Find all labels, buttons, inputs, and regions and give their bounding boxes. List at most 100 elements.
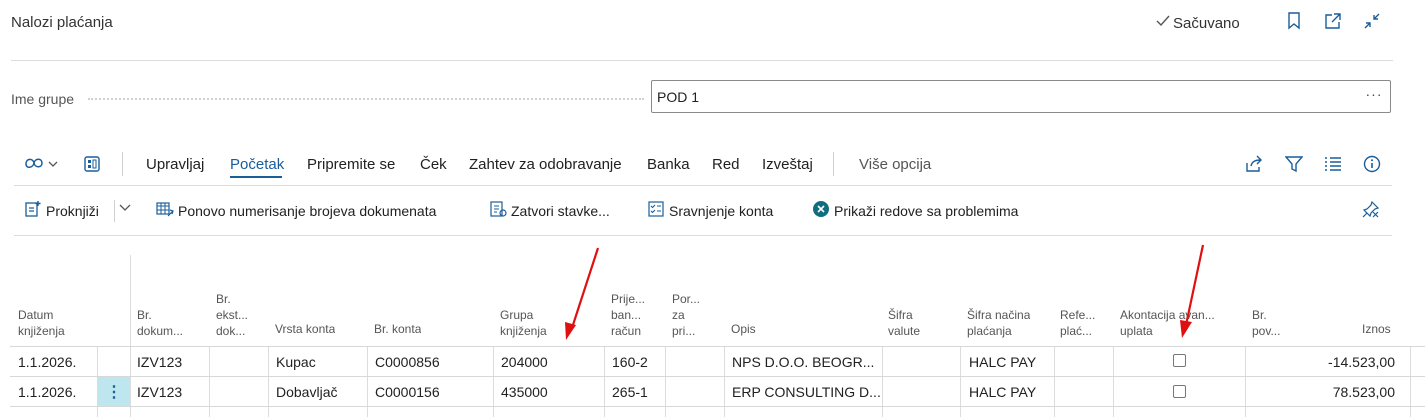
action-bar: Upravljaj Početak Pripremite se Ček Zaht…	[14, 146, 1394, 182]
header-account-no[interactable]: Br. konta	[374, 321, 421, 337]
cell-posting-group[interactable]: 204000	[501, 354, 548, 370]
header-payment-method[interactable]: Šifra načina plaćanja	[967, 307, 1030, 339]
cell-document-no[interactable]: IZV123	[137, 384, 182, 400]
chevron-down-icon	[118, 200, 132, 217]
filter-icon[interactable]	[1282, 152, 1306, 176]
cell-recipient-bank[interactable]: 265-1	[612, 384, 648, 400]
form-view-icon[interactable]	[80, 152, 104, 176]
row-divider	[10, 376, 1425, 377]
collapse-icon[interactable]	[1361, 10, 1383, 32]
header-line: plać...	[1060, 324, 1093, 338]
header-tax[interactable]: Por... za pri...	[672, 291, 720, 339]
header-line: valute	[888, 324, 921, 338]
post-dropdown-button[interactable]	[118, 200, 132, 217]
bookmark-icon[interactable]	[1283, 10, 1305, 32]
menu-bank[interactable]: Banka	[647, 156, 690, 173]
header-posting-group[interactable]: Grupa knjiženja	[500, 307, 547, 339]
row-actions-menu-button[interactable]: ⋮	[98, 377, 130, 406]
show-problem-lines-button[interactable]: Prikaži redove sa problemima	[812, 200, 1018, 221]
header-external-document-no[interactable]: Br. ekst... dok...	[216, 291, 264, 339]
error-circle-icon	[812, 200, 830, 221]
header-currency-code[interactable]: Šifra valute	[888, 307, 920, 339]
cell-posting-group[interactable]: 435000	[501, 384, 548, 400]
header-line: Br.	[216, 292, 231, 306]
menu-check[interactable]: Ček	[420, 156, 447, 173]
header-return-no[interactable]: Br. pov...	[1252, 307, 1302, 339]
menu-approval-request[interactable]: Zahtev za odobravanje	[469, 156, 622, 173]
cell-recipient-bank[interactable]: 160-2	[612, 354, 648, 370]
header-line: pov...	[1252, 324, 1281, 338]
saved-label: Sačuvano	[1173, 14, 1240, 32]
header-line: Prije...	[611, 292, 646, 306]
header-line: ekst...	[216, 308, 249, 322]
header-line: Datum	[18, 308, 54, 322]
header-line: ban...	[611, 308, 642, 322]
field-dotted-leader	[88, 98, 644, 100]
cell-document-no[interactable]: IZV123	[137, 354, 182, 370]
group-name-input[interactable]	[651, 80, 1391, 113]
header-line: Vrsta konta	[275, 322, 336, 336]
reconcile-button[interactable]: Sravnjenje konta	[647, 200, 773, 221]
post-label: Proknjiži	[46, 202, 99, 219]
cell-description[interactable]: NPS D.O.O. BEOGR...	[732, 354, 880, 370]
header-recipient-bank-account[interactable]: Prije... ban... račun	[611, 291, 661, 339]
group-name-lookup-button[interactable]: ···	[1362, 86, 1386, 106]
cell-account-type[interactable]: Kupac	[276, 354, 316, 370]
unpin-icon	[1362, 200, 1380, 221]
header-amount[interactable]: Iznos	[1362, 321, 1391, 337]
copilot-menu-icon[interactable]	[22, 152, 62, 176]
close-entries-label: Zatvori stavke...	[511, 202, 610, 219]
close-entries-icon	[489, 200, 507, 221]
header-line: knjiženja	[500, 324, 547, 338]
cell-payment-method[interactable]: HALC PAY	[969, 384, 1036, 400]
header-document-no[interactable]: Br. dokum...	[137, 307, 203, 339]
cell-payment-method[interactable]: HALC PAY	[969, 354, 1036, 370]
more-options-button[interactable]: Više opcija	[859, 156, 931, 173]
header-divider	[11, 60, 1393, 61]
cell-account-no[interactable]: C0000156	[375, 384, 440, 400]
header-line: dok...	[216, 324, 246, 338]
cell-amount[interactable]: 78.523,00	[1290, 384, 1395, 400]
header-payment-reference[interactable]: Refe... plać...	[1060, 307, 1110, 339]
cell-amount[interactable]: -14.523,00	[1290, 354, 1395, 370]
cell-posting-date[interactable]: 1.1.2026.	[18, 354, 76, 370]
action-bar-separator	[122, 152, 123, 176]
menu-home[interactable]: Početak	[230, 156, 284, 173]
menu-report[interactable]: Izveštaj	[762, 156, 813, 173]
post-button[interactable]: Proknjiži	[24, 200, 99, 221]
cell-account-type[interactable]: Dobavljač	[276, 384, 337, 400]
command-bar-divider	[14, 235, 1392, 236]
cell-account-no[interactable]: C0000856	[375, 354, 440, 370]
row-divider	[10, 406, 1425, 407]
pin-toolbar-button[interactable]	[1362, 200, 1380, 221]
menu-manage[interactable]: Upravljaj	[146, 156, 204, 173]
header-line: knjiženja	[18, 324, 65, 338]
show-problems-label: Prikaži redove sa problemima	[834, 202, 1019, 219]
list-view-icon[interactable]	[1321, 152, 1345, 176]
header-prepayment[interactable]: Akontacija avan... uplata	[1120, 307, 1242, 339]
header-line: za	[672, 308, 685, 322]
menu-prepare[interactable]: Pripremite se	[307, 156, 395, 173]
share-icon[interactable]	[1242, 152, 1266, 176]
header-line: Akontacija avan...	[1120, 308, 1215, 322]
info-icon[interactable]	[1360, 152, 1384, 176]
reconcile-label: Sravnjenje konta	[669, 202, 774, 219]
header-line: uplata	[1120, 324, 1153, 338]
menu-line[interactable]: Red	[712, 156, 740, 173]
prepayment-checkbox[interactable]	[1173, 385, 1186, 398]
header-account-type[interactable]: Vrsta konta	[275, 321, 335, 337]
cell-posting-date[interactable]: 1.1.2026.	[18, 384, 76, 400]
header-posting-date[interactable]: Datum knjiženja	[18, 307, 65, 339]
cell-description[interactable]: ERP CONSULTING D...	[732, 384, 880, 400]
column-separator	[130, 255, 131, 417]
header-line: Iznos	[1362, 322, 1391, 336]
open-in-new-window-icon[interactable]	[1322, 10, 1344, 32]
prepayment-checkbox[interactable]	[1173, 354, 1186, 367]
command-bar: Proknjiži Ponovo numerisanje brojeva dok…	[14, 196, 1394, 226]
renumber-icon	[156, 200, 174, 221]
header-description[interactable]: Opis	[731, 321, 756, 337]
header-line: Refe...	[1060, 308, 1096, 322]
close-entries-button[interactable]: Zatvori stavke...	[489, 200, 610, 221]
renumber-documents-button[interactable]: Ponovo numerisanje brojeva dokumenata	[156, 200, 436, 221]
header-line: Por...	[672, 292, 701, 306]
